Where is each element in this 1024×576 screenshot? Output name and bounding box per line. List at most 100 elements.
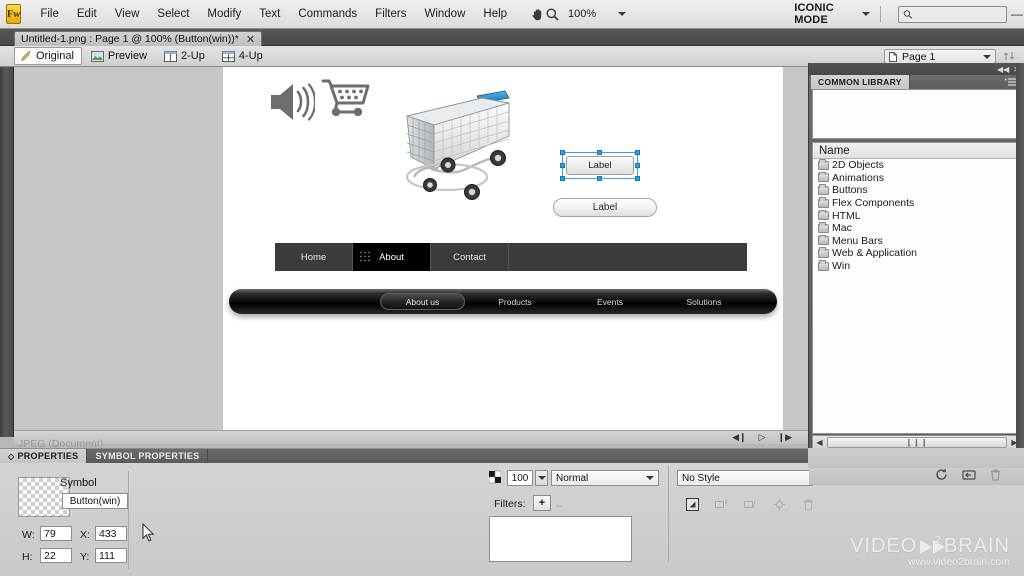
document-canvas[interactable]: Label Label Home	[223, 67, 783, 430]
x-input[interactable]: 433	[95, 526, 127, 541]
opacity-stepper-button[interactable]	[535, 470, 548, 486]
list-item[interactable]: 2D Objects	[813, 159, 1021, 172]
workspace-mode-switcher[interactable]: ICONIC MODE	[794, 2, 870, 26]
menu-select[interactable]: Select	[148, 5, 198, 23]
tab-2up-label: 2-Up	[181, 50, 205, 62]
zoom-tool-icon[interactable]	[545, 3, 560, 25]
resize-handle-nw[interactable]	[560, 150, 565, 155]
glossy-nav-item-about-us[interactable]: About us	[380, 293, 465, 310]
dark-menu-item-about[interactable]: About	[353, 243, 431, 271]
folder-icon	[818, 224, 829, 233]
dark-menu-item-home-label: Home	[301, 252, 326, 263]
import-icon[interactable]	[962, 468, 976, 481]
resize-handle-w[interactable]	[560, 163, 565, 168]
menu-view[interactable]: View	[106, 5, 149, 23]
glossy-nav-item-solutions[interactable]: Solutions	[673, 297, 735, 307]
list-item[interactable]: HTML	[813, 209, 1021, 222]
menu-window[interactable]: Window	[415, 5, 474, 23]
library-column-header[interactable]: Name	[813, 143, 1021, 159]
list-item-label: Mac	[832, 222, 852, 234]
glossy-nav-item-events[interactable]: Events	[581, 297, 639, 307]
playback-next-button[interactable]: ❙▶	[778, 432, 792, 443]
opacity-swatch-icon	[489, 470, 501, 484]
tab-preview[interactable]: Preview	[85, 47, 155, 65]
dark-menu-bar-component[interactable]: Home About Contact	[275, 243, 747, 271]
document-tab-close-icon[interactable]: ✕	[246, 33, 255, 46]
delete-style-icon[interactable]	[802, 498, 815, 511]
list-item[interactable]: Mac	[813, 222, 1021, 235]
tab-original[interactable]: Original	[14, 47, 82, 65]
refresh-icon[interactable]	[935, 468, 948, 481]
remove-filter-button[interactable]: –	[556, 500, 562, 512]
search-box[interactable]	[898, 6, 1007, 23]
width-input[interactable]: 79	[40, 526, 72, 541]
menu-commands[interactable]: Commands	[289, 5, 366, 23]
scroll-left-arrow-icon[interactable]: ◀	[813, 438, 826, 447]
list-item[interactable]: Menu Bars	[813, 235, 1021, 248]
y-input[interactable]: 111	[95, 548, 127, 563]
scrollbar-thumb[interactable]: ❙❙❙	[827, 437, 1007, 448]
playback-play-button[interactable]: ▷	[759, 432, 766, 443]
canvas-workspace[interactable]: Label Label Home	[14, 67, 808, 437]
dark-menu-item-contact[interactable]: Contact	[431, 243, 509, 271]
list-item[interactable]: Flex Components	[813, 197, 1021, 210]
tab-4up[interactable]: 4-Up	[216, 47, 271, 65]
glossy-nav-bar-component[interactable]: About us Products Events Solutions	[229, 289, 777, 314]
menu-modify[interactable]: Modify	[198, 5, 250, 23]
zoom-level-value[interactable]: 100%	[568, 8, 596, 20]
tab-2up[interactable]: 2-Up	[158, 47, 213, 65]
menu-help[interactable]: Help	[474, 5, 516, 23]
dark-menu-item-home[interactable]: Home	[275, 243, 353, 271]
tab-properties[interactable]: ◇ PROPERTIES	[0, 449, 87, 463]
document-tab[interactable]: Untitled-1.png : Page 1 @ 100% (Button(w…	[14, 31, 262, 46]
zoom-dropdown-caret-icon[interactable]	[618, 12, 626, 16]
page-selector[interactable]: Page 1	[884, 49, 996, 64]
list-item[interactable]: Web & Application	[813, 247, 1021, 260]
symbol-name-field[interactable]: Button(win)	[62, 493, 128, 509]
resize-handle-s[interactable]	[597, 176, 602, 181]
list-item[interactable]: Buttons	[813, 184, 1021, 197]
library-list[interactable]: Name 2D Objects Animations Buttons Flex …	[812, 142, 1022, 434]
delete-icon[interactable]	[990, 468, 1001, 481]
menu-text[interactable]: Text	[250, 5, 289, 23]
resize-handle-e[interactable]	[635, 163, 640, 168]
page-sort-icons[interactable]	[1003, 50, 1019, 62]
hand-tool-icon[interactable]	[530, 3, 545, 25]
edit-style-icon[interactable]	[715, 498, 728, 511]
style-select[interactable]: No Style	[677, 470, 813, 486]
playback-prev-button[interactable]: ◀❙	[732, 432, 746, 443]
right-dock-strip[interactable]	[1016, 63, 1024, 448]
folder-icon	[818, 211, 829, 220]
resize-handle-n[interactable]	[597, 150, 602, 155]
resize-handle-sw[interactable]	[560, 176, 565, 181]
symbol-button-win[interactable]: Label	[566, 156, 634, 175]
library-horizontal-scrollbar[interactable]: ◀ ❙❙❙ ▶	[812, 435, 1022, 449]
resize-handle-se[interactable]	[635, 176, 640, 181]
fireworks-logo[interactable]: Fw	[6, 4, 21, 24]
blend-mode-select[interactable]: Normal	[551, 470, 659, 486]
workspace-mode-label: ICONIC MODE	[794, 2, 855, 26]
redefine-style-icon[interactable]	[773, 498, 786, 511]
menu-file[interactable]: File	[31, 5, 68, 23]
break-style-icon[interactable]	[744, 498, 757, 511]
left-panel-dock-strip[interactable]	[0, 67, 14, 437]
menu-bar: Fw File Edit View Select Modify Text Com…	[0, 0, 1024, 29]
minimize-button[interactable]: —	[1007, 5, 1024, 23]
filters-list[interactable]	[489, 516, 632, 562]
search-input[interactable]	[913, 9, 1006, 20]
list-item[interactable]: Win	[813, 260, 1021, 273]
symbol-button-mac[interactable]: Label	[553, 198, 657, 217]
glossy-nav-item-products[interactable]: Products	[485, 297, 545, 307]
menu-filters[interactable]: Filters	[366, 5, 415, 23]
opacity-input[interactable]: 100	[507, 470, 533, 486]
list-item[interactable]: Animations	[813, 172, 1021, 185]
add-filter-button[interactable]: +	[533, 495, 551, 511]
collapse-panel-icon[interactable]: ◀◀	[997, 65, 1009, 74]
height-input[interactable]: 22	[40, 548, 72, 563]
menu-edit[interactable]: Edit	[68, 5, 106, 23]
tab-symbol-properties[interactable]: SYMBOL PROPERTIES	[87, 449, 208, 463]
list-item-label: Flex Components	[832, 197, 914, 209]
resize-handle-ne[interactable]	[635, 150, 640, 155]
new-style-icon[interactable]	[686, 498, 699, 511]
tab-common-library[interactable]: COMMON LIBRARY	[811, 75, 910, 89]
